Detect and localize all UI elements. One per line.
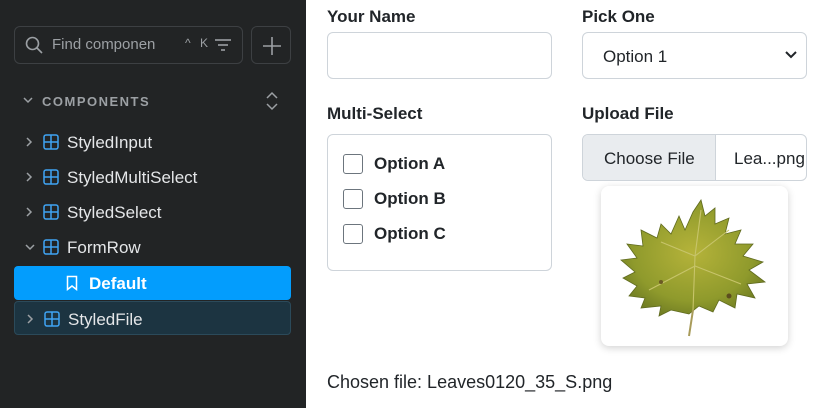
sidebar-item-label: StyledSelect (67, 203, 162, 222)
select-value: Option 1 (603, 47, 668, 66)
sidebar: Find componen ^ K COMPONENTS StyledInput… (0, 0, 306, 408)
component-icon (43, 239, 59, 255)
multi-select: Option A Option B Option C (327, 134, 552, 271)
option-label: Option B (374, 189, 446, 208)
sidebar-item-default-story[interactable]: Default (14, 266, 291, 300)
sidebar-item-styledinput[interactable]: StyledInput (14, 125, 291, 159)
image-preview (601, 186, 788, 346)
sidebar-item-label: StyledInput (67, 133, 153, 152)
chevron-right-icon (26, 137, 33, 147)
option-c-checkbox[interactable]: Option C (343, 223, 446, 245)
choose-file-button[interactable]: Choose File (583, 135, 716, 180)
leaf-image (620, 199, 767, 337)
chosen-file-text: Chosen file: Leaves0120_35_S.png (327, 372, 613, 392)
search-icon (25, 36, 43, 54)
search-placeholder: Find componen (52, 36, 156, 53)
choose-file-label: Choose File (604, 149, 695, 168)
option-label: Option C (374, 224, 446, 243)
sidebar-item-label: FormRow (67, 238, 141, 257)
component-icon (44, 311, 60, 327)
sidebar-item-label: StyledMultiSelect (67, 168, 198, 187)
sidebar-item-label: Default (89, 274, 147, 293)
component-icon (43, 169, 59, 185)
multi-select-label: Multi-Select (327, 104, 423, 123)
file-input[interactable]: Choose File Lea...png (582, 134, 807, 181)
component-icon (43, 204, 59, 220)
chevron-right-icon (26, 172, 33, 182)
name-label: Your Name (327, 7, 416, 26)
keyboard-shortcut: ^ K (185, 36, 211, 50)
sidebar-item-formrow[interactable]: FormRow (14, 230, 291, 264)
component-icon (43, 134, 59, 150)
file-name: Lea...png (734, 149, 805, 168)
sidebar-item-styledselect[interactable]: StyledSelect (14, 195, 291, 229)
filter-icon[interactable] (214, 37, 232, 53)
pick-one-select[interactable]: Option 1 (582, 32, 807, 79)
chevron-down-icon (785, 51, 797, 59)
bookmark-icon (66, 275, 78, 291)
pick-one-label: Pick One (582, 7, 655, 26)
checkbox[interactable] (343, 154, 363, 174)
chevron-right-icon (27, 314, 34, 324)
option-label: Option A (374, 154, 446, 173)
sidebar-item-label: StyledFile (68, 310, 143, 329)
option-a-checkbox[interactable]: Option A (343, 153, 445, 175)
sidebar-item-styledmultiselect[interactable]: StyledMultiSelect (14, 160, 291, 194)
checkbox[interactable] (343, 189, 363, 209)
search-input[interactable]: Find componen ^ K (14, 26, 243, 64)
plus-icon (263, 37, 281, 55)
chevron-right-icon (26, 207, 33, 217)
chevron-down-icon (25, 244, 35, 251)
expand-collapse-icon[interactable] (265, 90, 279, 112)
chevron-down-icon (23, 97, 33, 104)
components-section-header[interactable]: COMPONENTS (22, 90, 287, 112)
section-title: COMPONENTS (42, 94, 151, 109)
checkbox[interactable] (343, 224, 363, 244)
upload-file-label: Upload File (582, 104, 674, 123)
sidebar-item-styledfile[interactable]: StyledFile (14, 301, 291, 335)
option-b-checkbox[interactable]: Option B (343, 188, 446, 210)
name-input[interactable] (327, 32, 552, 79)
add-button[interactable] (251, 26, 291, 64)
